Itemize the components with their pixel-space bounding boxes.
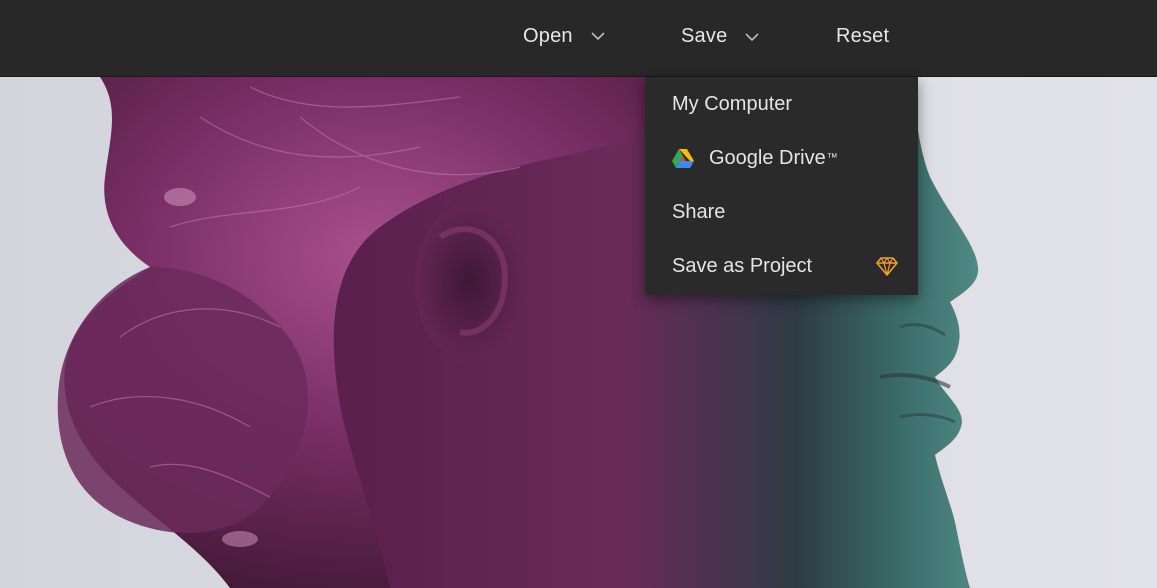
menu-item-google-drive[interactable]: Google Drive ™ bbox=[645, 131, 918, 185]
menu-item-my-computer[interactable]: My Computer bbox=[645, 77, 918, 131]
menu-item-share[interactable]: Share bbox=[645, 185, 918, 239]
trademark-symbol: ™ bbox=[826, 152, 838, 164]
open-label: Open bbox=[523, 24, 573, 47]
menu-item-label: Google Drive bbox=[709, 146, 826, 169]
open-button[interactable]: Open bbox=[523, 0, 605, 72]
image-canvas[interactable] bbox=[0, 77, 1157, 588]
chevron-down-icon bbox=[591, 29, 605, 43]
menu-item-label: Save as Project bbox=[672, 254, 813, 277]
menu-item-label: My Computer bbox=[672, 92, 793, 115]
photo-editor-app: Open Save Reset My Computer Google Drive… bbox=[0, 0, 1157, 588]
premium-diamond-icon bbox=[876, 256, 898, 276]
save-button[interactable]: Save bbox=[681, 0, 759, 72]
menu-item-label: Share bbox=[672, 200, 726, 223]
chevron-down-icon bbox=[745, 29, 759, 43]
menu-item-save-as-project[interactable]: Save as Project bbox=[645, 239, 918, 293]
save-dropdown-menu: My Computer Google Drive ™ Share Save as … bbox=[645, 77, 918, 295]
save-label: Save bbox=[681, 24, 728, 47]
portrait-photo bbox=[57, 77, 979, 588]
google-drive-icon bbox=[672, 148, 694, 168]
reset-label: Reset bbox=[836, 24, 890, 47]
top-toolbar: Open Save Reset bbox=[0, 0, 1157, 77]
reset-button[interactable]: Reset bbox=[836, 0, 889, 72]
